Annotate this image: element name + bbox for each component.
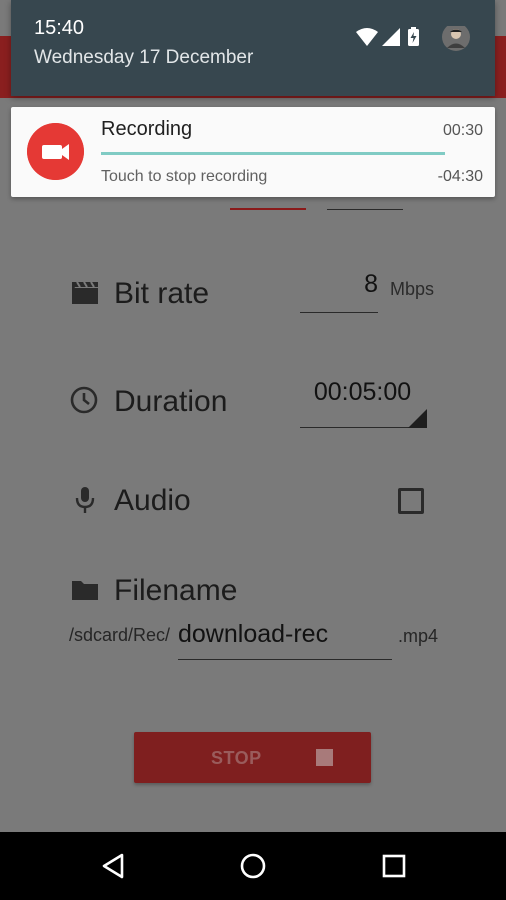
duration-spinner[interactable]: 00:05:00 <box>300 378 425 407</box>
bitrate-underline <box>300 312 378 313</box>
notification-progress <box>101 152 445 155</box>
microphone-icon <box>75 487 95 513</box>
cell-signal-icon <box>382 28 400 46</box>
notification-shade-header: 15:40 Wednesday 17 December <box>11 0 495 96</box>
stop-label: STOP <box>211 748 262 768</box>
size-width-underline <box>230 208 306 210</box>
status-date: Wednesday 17 December <box>34 47 254 68</box>
filename-label: Filename <box>114 574 238 607</box>
filename-extension: .mp4 <box>398 626 439 646</box>
stop-square-icon <box>316 749 333 766</box>
dropdown-triangle-icon[interactable] <box>408 409 427 428</box>
navigation-bar <box>0 832 506 900</box>
filename-underline <box>178 659 392 660</box>
filename-input[interactable]: download-rec <box>178 620 328 649</box>
wifi-icon <box>356 28 378 46</box>
status-time: 15:40 <box>34 17 85 39</box>
back-icon[interactable] <box>99 852 127 880</box>
recents-icon[interactable] <box>380 852 408 880</box>
folder-icon <box>72 581 98 600</box>
notification-elapsed: 00:30 <box>442 122 483 139</box>
notification-subtitle: Touch to stop recording <box>101 168 268 185</box>
movie-clapper-icon <box>72 281 98 304</box>
recording-notification[interactable]: Recording 00:30 Touch to stop recording … <box>11 107 495 197</box>
notification-remaining: -04:30 <box>437 168 483 185</box>
clock-icon <box>70 386 98 414</box>
rec-camera-icon <box>27 123 84 180</box>
profile-avatar <box>442 26 470 51</box>
bitrate-label: Bit rate <box>114 277 210 310</box>
notification-progress-fill <box>101 152 445 155</box>
size-height-underline <box>327 209 403 210</box>
stop-button[interactable]: STOP <box>134 732 371 783</box>
filename-prefix: /sdcard/Rec/ <box>69 625 171 645</box>
bitrate-input[interactable]: 8 <box>300 270 378 299</box>
audio-label: Audio <box>114 484 191 517</box>
duration-label: Duration <box>114 385 228 418</box>
battery-charging-icon <box>408 27 419 46</box>
home-icon[interactable] <box>239 852 267 880</box>
audio-checkbox[interactable] <box>398 488 424 514</box>
status-icons <box>356 26 470 51</box>
notification-title: Recording <box>101 118 193 140</box>
bitrate-unit: Mbps <box>390 279 435 299</box>
